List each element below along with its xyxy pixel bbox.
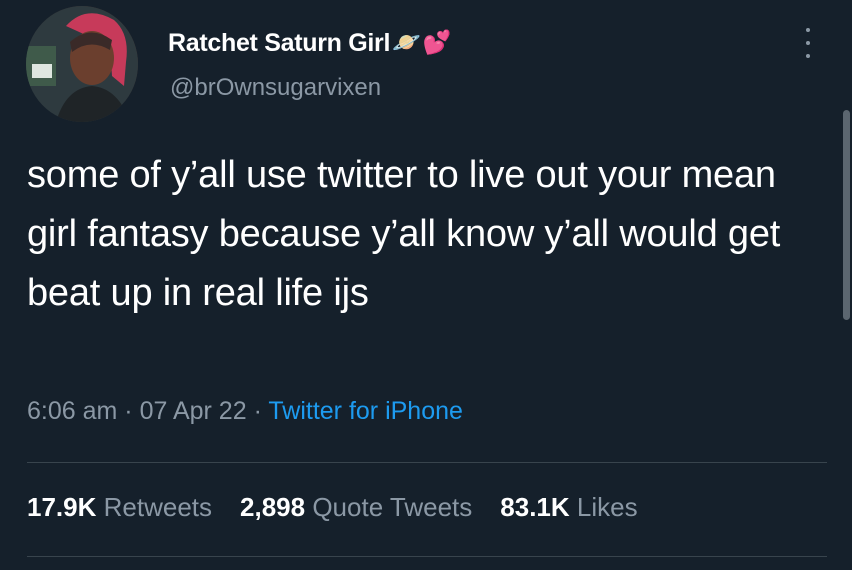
quote-tweets-count: 2,898 (240, 492, 306, 522)
divider (27, 462, 827, 463)
quote-tweets-label: Quote Tweets (312, 492, 473, 522)
divider (27, 556, 827, 557)
more-dot (806, 54, 810, 58)
tweet-source-link[interactable]: Twitter for iPhone (268, 397, 463, 425)
two-hearts-icon: 💕 (422, 29, 452, 56)
retweets-label: Retweets (103, 492, 213, 522)
user-handle[interactable]: @brOwnsugarvixen (170, 74, 381, 102)
meta-separator: · (253, 397, 262, 425)
quote-tweets-stat[interactable]: 2,898 Quote Tweets (240, 492, 472, 523)
tweet-card: Ratchet Saturn Girl 🪐 💕 @brOwnsugarvixen… (0, 0, 852, 570)
scrollbar[interactable] (843, 110, 850, 320)
tweet-meta: 6:06 am · 07 Apr 22 · Twitter for iPhone (27, 397, 463, 426)
tweet-time[interactable]: 6:06 am (27, 397, 117, 425)
retweets-count: 17.9K (27, 492, 97, 522)
more-dot (806, 41, 810, 45)
display-name-row[interactable]: Ratchet Saturn Girl 🪐 💕 (168, 26, 451, 60)
likes-label: Likes (576, 492, 638, 522)
avatar-photo (26, 6, 138, 122)
meta-separator: · (124, 397, 133, 425)
more-options-icon[interactable] (800, 28, 816, 58)
tweet-date[interactable]: 07 Apr 22 (140, 397, 247, 425)
more-dot (806, 28, 810, 32)
ringed-planet-icon: 🪐 (392, 29, 421, 56)
likes-count: 83.1K (500, 492, 570, 522)
tweet-stats: 17.9K Retweets 2,898 Quote Tweets 83.1K … (27, 492, 638, 523)
tweet-text: some of y’all use twitter to live out yo… (27, 154, 781, 314)
retweets-stat[interactable]: 17.9K Retweets (27, 492, 212, 523)
likes-stat[interactable]: 83.1K Likes (500, 492, 637, 523)
display-name[interactable]: Ratchet Saturn Girl (168, 29, 390, 58)
profile-avatar[interactable] (26, 6, 138, 122)
